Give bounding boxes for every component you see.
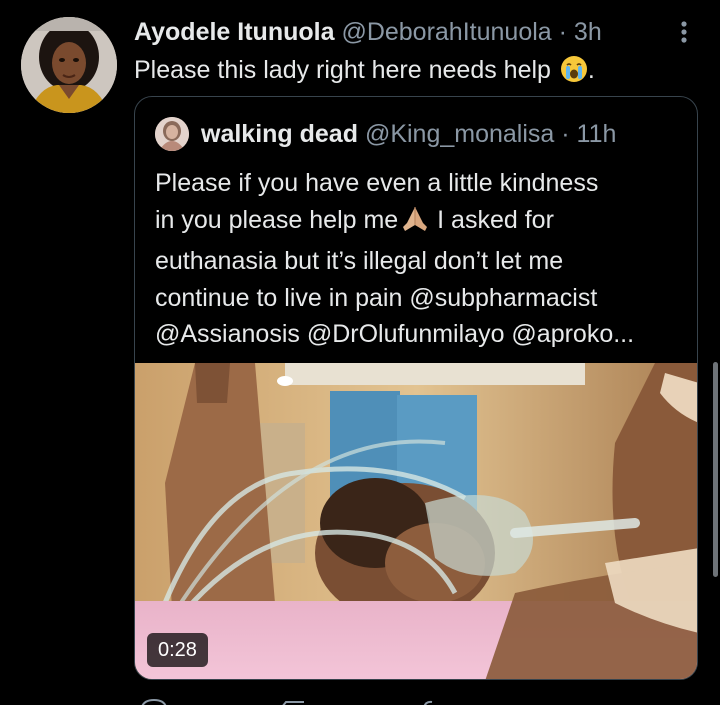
quoted-text-line-end: I asked for (430, 205, 554, 234)
video-player[interactable]: 0:28 (135, 363, 697, 679)
tweet-time[interactable]: 3h (574, 18, 602, 46)
tweet-action-bar (134, 694, 698, 705)
more-options-icon[interactable] (672, 18, 696, 46)
quoted-tweet-time[interactable]: 11h (577, 120, 617, 148)
quoted-text-line: continue to live in pain @subpharmacist (155, 283, 598, 312)
quoted-text-line: euthanasia but it’s illegal don’t let me (155, 247, 564, 275)
quoted-author-handle[interactable]: @King_monalisa (365, 120, 554, 148)
quoted-author-name[interactable]: walking dead (201, 120, 358, 148)
avatar-image (21, 17, 117, 113)
tweet-text-end: . (587, 56, 595, 84)
quoted-author-avatar[interactable] (155, 117, 189, 151)
tweet-header: Ayodele Itunuola @DeborahItunuola · 3h (134, 16, 602, 48)
crying-face-emoji (560, 55, 588, 91)
author-handle[interactable]: @DeborahItunuola (341, 18, 551, 46)
reply-icon (141, 698, 167, 705)
quoted-text-line: in you please help me I asked for (155, 202, 685, 244)
tweet[interactable]: Ayodele Itunuola @DeborahItunuola · 3h P… (0, 0, 720, 705)
quoted-text-line: @Assianosis @DrOlufunmilayo @aproko... (155, 320, 635, 348)
video-duration-badge: 0:28 (147, 633, 208, 667)
tweet-text: Please this lady right here needs help . (134, 54, 595, 91)
quoted-text-line-start: in you please help me (155, 205, 399, 234)
author-avatar[interactable] (21, 17, 117, 113)
author-name[interactable]: Ayodele Itunuola (134, 18, 334, 46)
tweet-text-content: Please this lady right here needs help (134, 56, 551, 84)
quoted-tweet-header: walking dead @King_monalisa · 11h (201, 118, 616, 150)
folded-hands-emoji (400, 205, 430, 244)
quoted-header-separator: · (561, 120, 570, 148)
quoted-avatar-image (155, 117, 189, 151)
scrollbar[interactable] (713, 362, 718, 577)
header-separator: · (558, 18, 567, 46)
quoted-tweet-card[interactable]: walking dead @King_monalisa · 11h Please… (134, 96, 698, 680)
video-thumbnail (135, 363, 697, 679)
quoted-text-line: Please if you have even a little kindnes… (155, 169, 599, 197)
quoted-tweet-text: Please if you have even a little kindnes… (155, 165, 685, 353)
